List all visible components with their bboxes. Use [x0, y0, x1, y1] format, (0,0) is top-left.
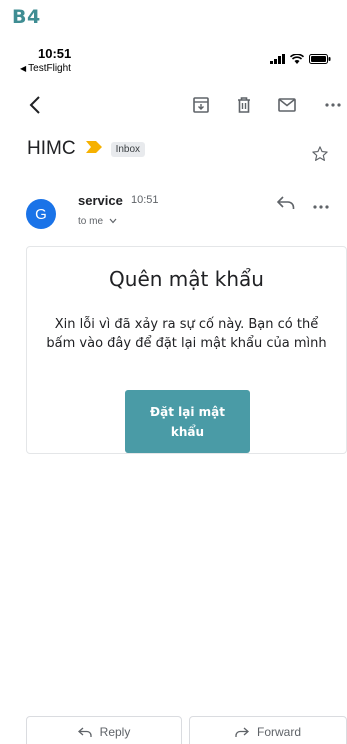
mail-icon[interactable] — [276, 94, 298, 116]
subject-row: HIMC Inbox — [27, 138, 146, 160]
reset-password-label: Đặt lại mật khẩu — [150, 404, 225, 439]
message-more-icon[interactable] — [313, 196, 329, 214]
back-triangle-icon: ◀ — [20, 64, 27, 73]
chevron-down-icon — [109, 218, 117, 224]
reply-button[interactable]: Reply — [26, 716, 182, 744]
archive-icon[interactable] — [190, 94, 212, 116]
message-toolbar — [0, 90, 347, 122]
battery-icon — [309, 54, 331, 64]
email-subject: HIMC — [27, 138, 76, 159]
trash-icon[interactable] — [233, 94, 255, 116]
status-icons — [270, 54, 331, 64]
step-label: B4 — [12, 6, 41, 28]
chevron-left-icon[interactable] — [24, 94, 46, 116]
email-card-body: Xin lỗi vì đã xảy ra sự cố này. Bạn có t… — [46, 317, 327, 351]
sender-name: service — [78, 193, 123, 208]
message-time: 10:51 — [131, 194, 159, 206]
email-body-card: Quên mật khẩu Xin lỗi vì đã xảy ra sự cố… — [26, 246, 347, 454]
reply-button-label: Reply — [99, 725, 131, 739]
status-back-link[interactable]: ◀ TestFlight — [20, 63, 71, 74]
sender-avatar[interactable]: G — [26, 199, 56, 229]
reset-password-button[interactable]: Đặt lại mật khẩu — [125, 390, 250, 453]
inbox-label-chip[interactable]: Inbox — [110, 141, 146, 157]
signal-icon — [270, 54, 285, 64]
reply-icon[interactable] — [276, 196, 295, 215]
reply-arrow-icon — [77, 727, 92, 737]
forward-button-label: Forward — [256, 725, 301, 739]
star-icon[interactable] — [311, 145, 329, 168]
importance-marker-icon[interactable] — [85, 140, 102, 158]
status-time: 10:51 — [38, 46, 72, 61]
more-horizontal-icon[interactable] — [322, 94, 344, 116]
forward-arrow-icon — [235, 727, 249, 737]
recipient-toggle[interactable]: to me — [78, 216, 117, 227]
status-back-label: TestFlight — [28, 63, 71, 74]
recipient-label: to me — [78, 216, 104, 227]
forward-button[interactable]: Forward — [189, 716, 347, 744]
email-card-title: Quên mật khẩu — [109, 267, 264, 291]
wifi-icon — [290, 54, 304, 64]
